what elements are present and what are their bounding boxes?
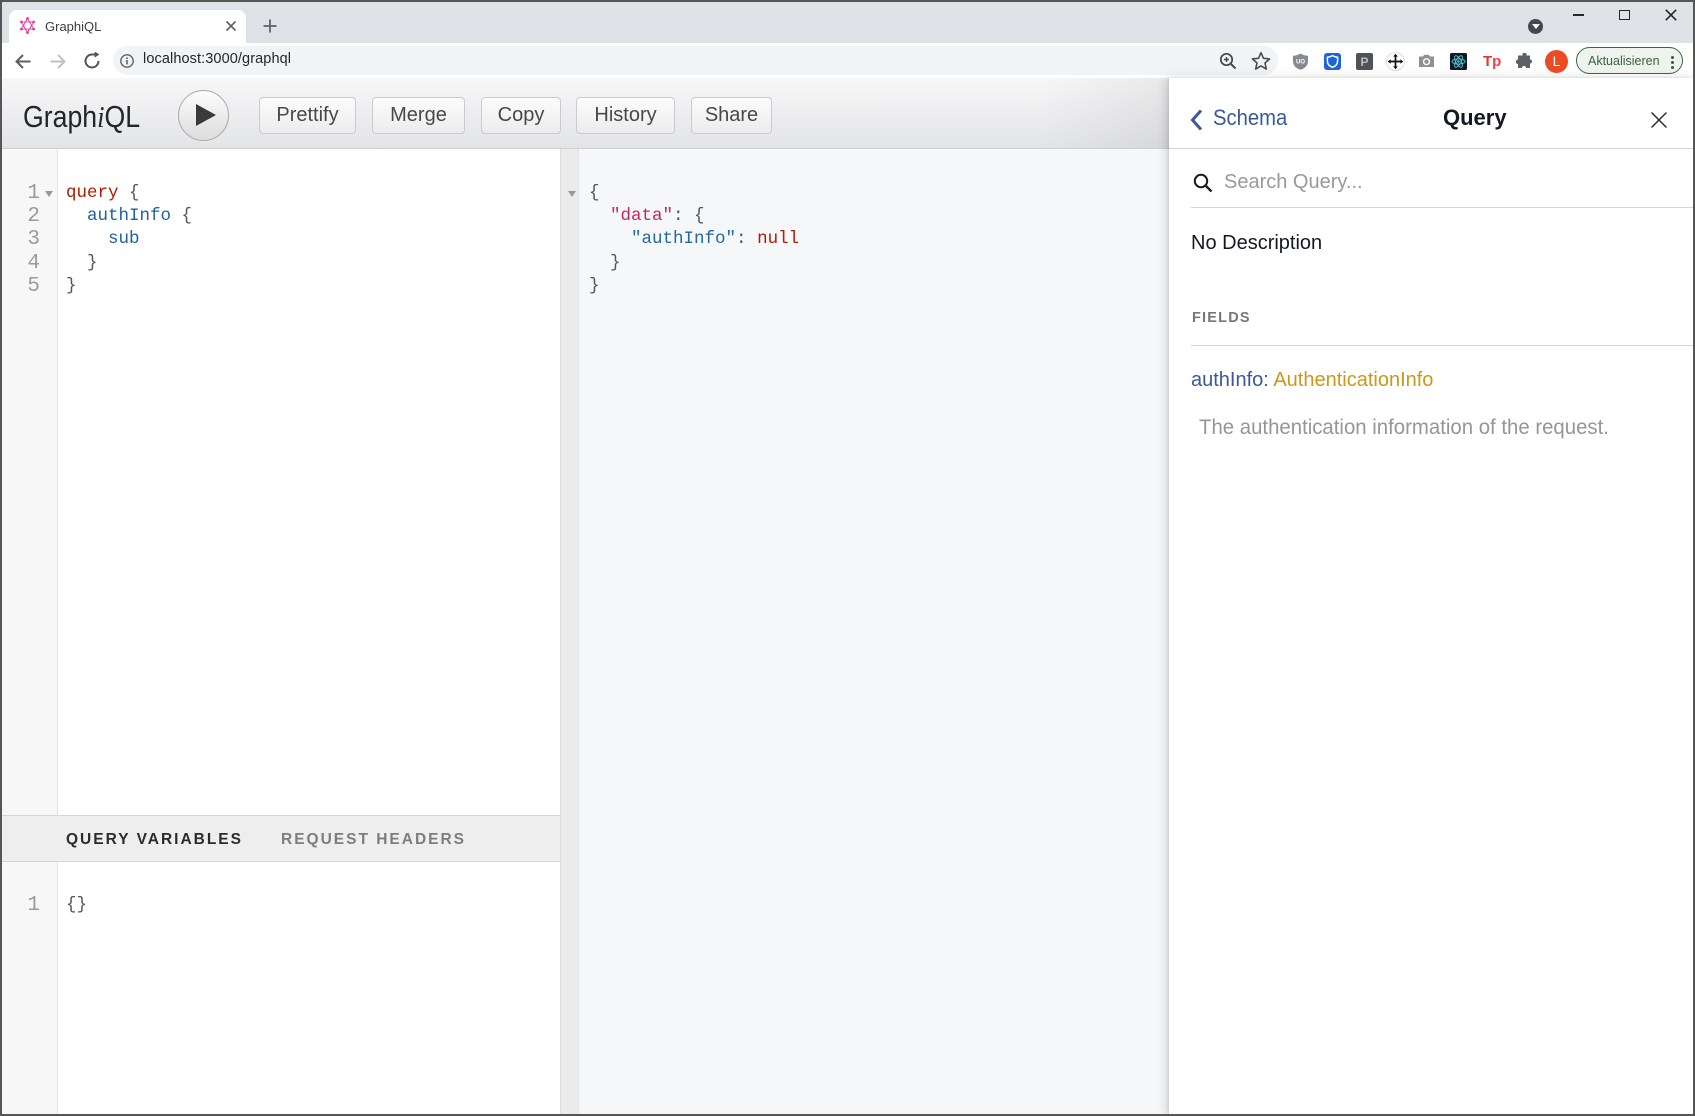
svg-text:UO: UO	[1296, 60, 1305, 66]
svg-text:P: P	[1360, 55, 1368, 69]
